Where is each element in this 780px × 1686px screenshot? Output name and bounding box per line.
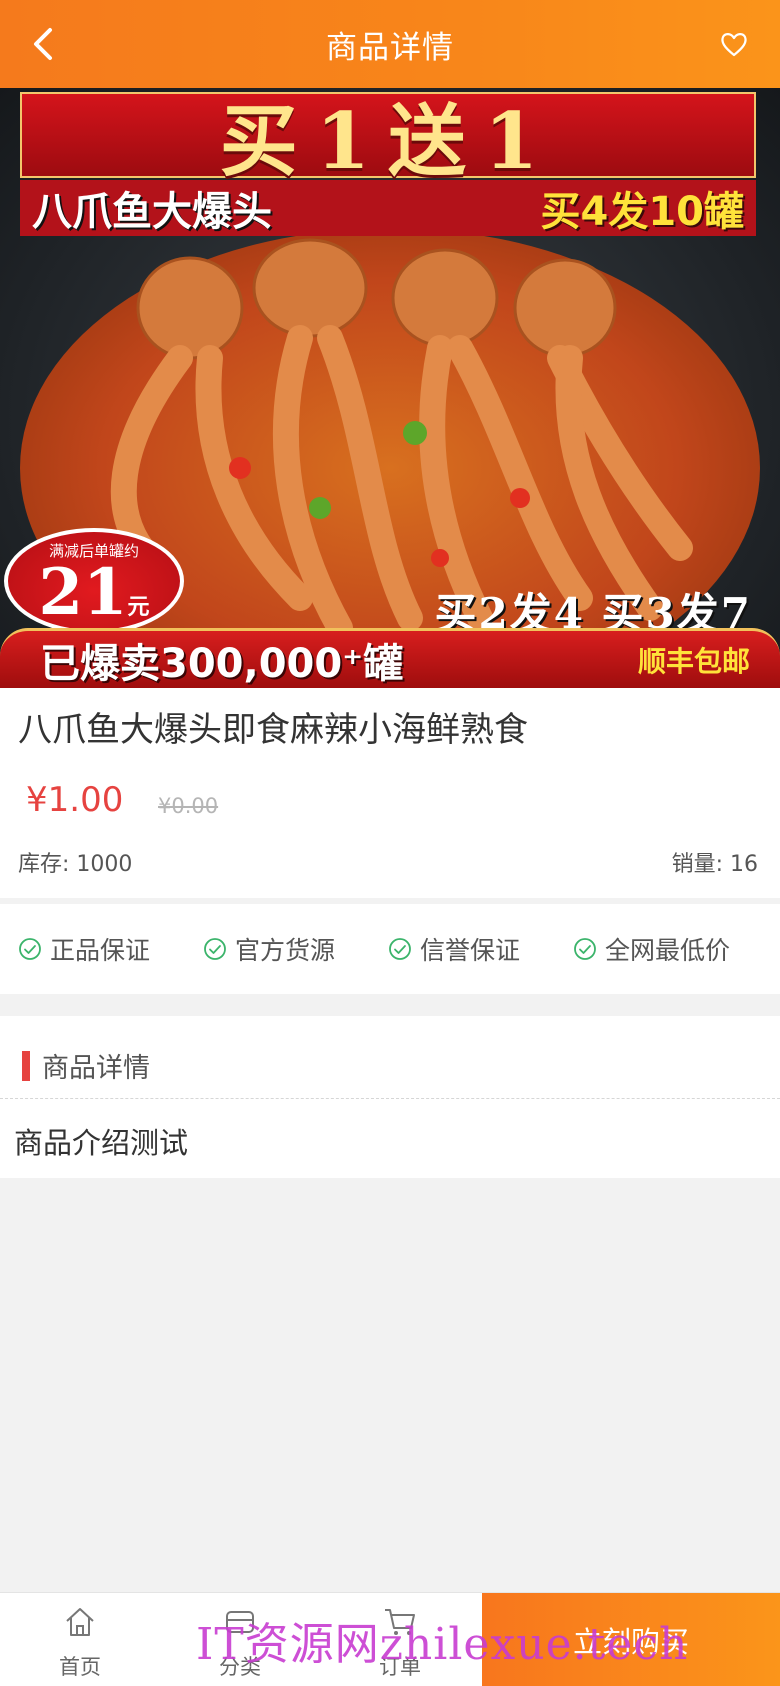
guarantee-item: 官方货源 — [185, 931, 370, 967]
check-circle-icon — [19, 938, 41, 960]
detail-heading: 商品详情 — [22, 1046, 150, 1085]
product-detail-page: 商品详情 买1送1 八爪鱼大爆头 买4发10罐 满减后单罐约 21元 买2发4 … — [0, 0, 780, 1686]
detail-heading-label: 商品详情 — [42, 1053, 150, 1084]
product-image[interactable]: 买1送1 八爪鱼大爆头 买4发10罐 满减后单罐约 21元 买2发4 买3发7 … — [0, 88, 780, 688]
sales-count: 销量: 16 — [671, 852, 758, 877]
stock-count: 库存: 1000 — [18, 852, 133, 877]
badge-price-unit: 元 — [127, 594, 150, 620]
top-bar: 商品详情 — [0, 0, 780, 88]
banner-sold: 已爆卖300,000⁺罐 — [40, 640, 404, 687]
check-circle-icon — [389, 938, 411, 960]
product-price: ¥1.00 — [26, 780, 124, 820]
detail-section: 商品详情 商品介绍测试 — [0, 1016, 780, 1178]
check-circle-icon — [574, 938, 596, 960]
price-badge: 满减后单罐约 21元 — [4, 528, 184, 634]
watermark: IT资源网zhilexue.tech — [196, 1619, 689, 1670]
check-circle-icon — [204, 938, 226, 960]
product-title: 八爪鱼大爆头即食麻辣小海鲜熟食 — [18, 710, 528, 750]
heading-accent-bar — [22, 1050, 30, 1081]
guarantee-row: 正品保证 官方货源 信誉保证 全网最低价 — [0, 904, 780, 994]
tab-home-label: 首页 — [59, 1655, 101, 1679]
banner-sub-left: 八爪鱼大爆头 — [32, 189, 272, 235]
heart-icon[interactable] — [718, 28, 750, 60]
tab-home[interactable]: 首页 — [0, 1593, 160, 1686]
guarantee-label: 正品保证 — [50, 936, 151, 965]
guarantee-item: 信誉保证 — [370, 931, 555, 967]
product-info: 八爪鱼大爆头即食麻辣小海鲜熟食 ¥1.00 ¥0.00 库存: 1000 销量:… — [0, 688, 780, 898]
page-title: 商品详情 — [326, 29, 454, 66]
guarantee-label: 信誉保证 — [420, 936, 521, 965]
guarantee-item: 全网最低价 — [555, 931, 740, 967]
back-icon[interactable] — [22, 22, 66, 66]
guarantee-label: 全网最低价 — [605, 936, 731, 965]
home-icon — [66, 1608, 94, 1636]
original-price: ¥0.00 — [158, 794, 219, 818]
guarantee-label: 官方货源 — [235, 936, 336, 965]
guarantee-item: 正品保证 — [0, 931, 185, 967]
banner-subline: 八爪鱼大爆头 买4发10罐 — [20, 180, 756, 236]
banner-shipping: 顺丰包邮 — [637, 644, 750, 678]
banner-sub-right: 买4发10罐 — [540, 189, 745, 235]
divider — [0, 1098, 780, 1099]
badge-price-value: 21 — [38, 555, 128, 630]
detail-content: 商品介绍测试 — [14, 1126, 189, 1160]
banner-footer: 已爆卖300,000⁺罐 顺丰包邮 — [0, 628, 780, 688]
banner-headline: 买1送1 — [20, 92, 756, 187]
